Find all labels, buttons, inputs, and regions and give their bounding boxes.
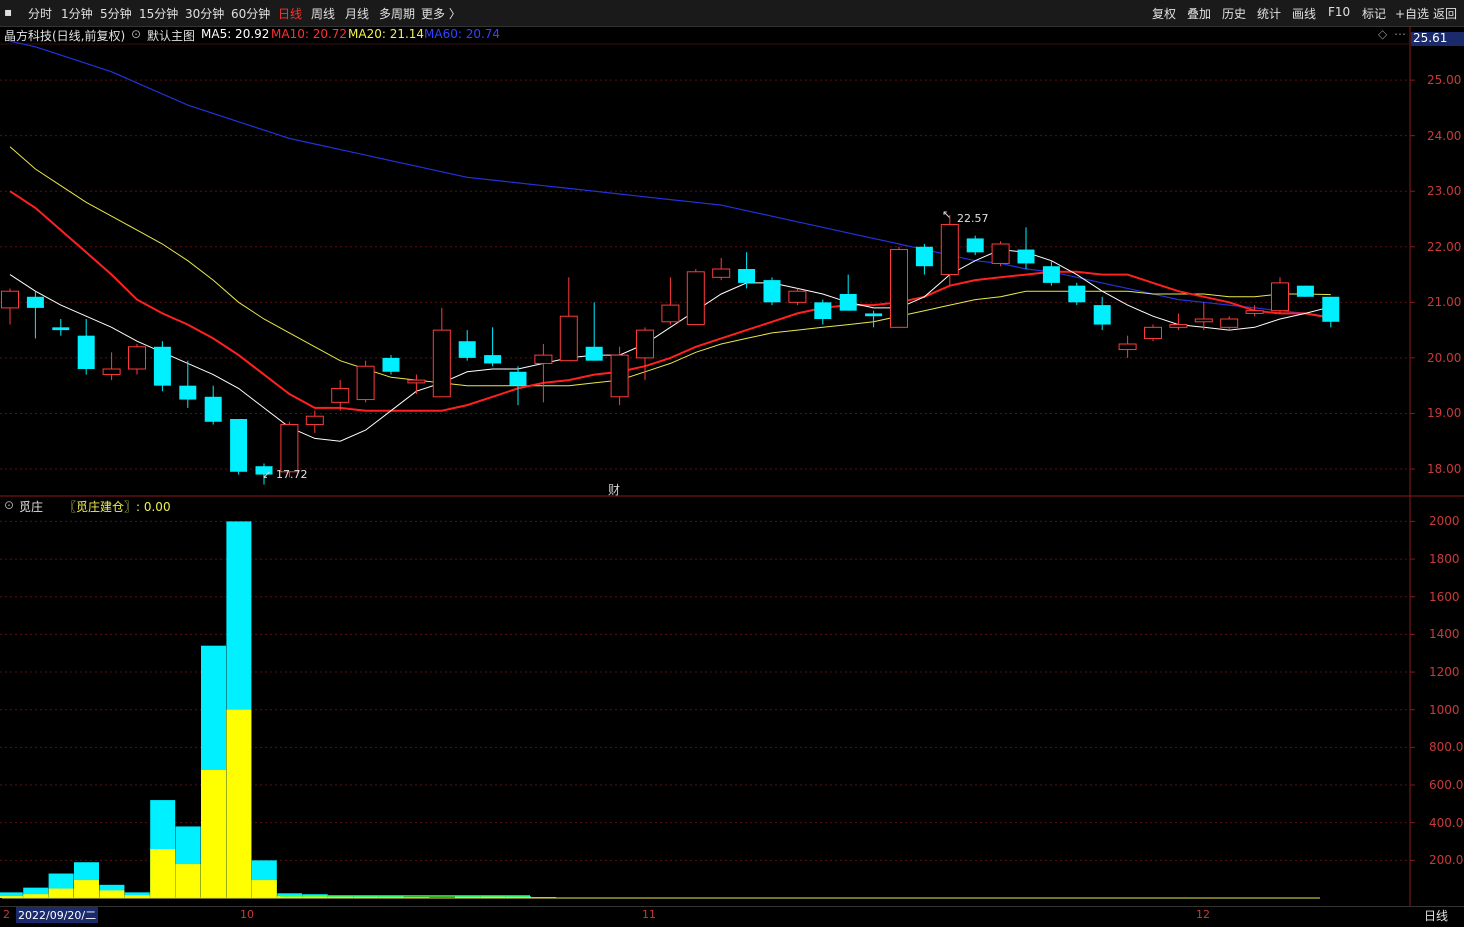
indicator-bar-yellow bbox=[74, 880, 99, 898]
candle-body-up bbox=[281, 425, 298, 472]
indicator-axis-label: 1600 bbox=[1429, 590, 1460, 604]
candle-body-up bbox=[1170, 325, 1187, 328]
candle-body-down bbox=[1322, 297, 1339, 322]
indicator-bar-yellow bbox=[252, 880, 277, 898]
candle-body-up bbox=[408, 380, 425, 383]
indicator-dropdown-icon[interactable]: ⊙ bbox=[4, 498, 14, 512]
indicator-axis-label: 2000 bbox=[1429, 514, 1460, 528]
candle-body-down bbox=[1068, 286, 1085, 303]
candle-body-down bbox=[52, 327, 69, 330]
candle-body-down bbox=[865, 313, 882, 316]
candle-body-down bbox=[1094, 305, 1111, 324]
candle-body-down bbox=[179, 386, 196, 400]
candle-body-down bbox=[510, 372, 527, 386]
indicator-axis-label: 1000 bbox=[1429, 703, 1460, 717]
month-label-oct: 10 bbox=[240, 908, 254, 921]
indicator-axis-label: 400.0 bbox=[1429, 816, 1463, 830]
candle-body-down bbox=[154, 347, 171, 386]
candle-body-down bbox=[814, 302, 831, 319]
candle-body-up bbox=[2, 291, 19, 308]
candle-body-up bbox=[637, 330, 654, 358]
indicator-axis-label: 800.0 bbox=[1429, 740, 1463, 754]
candle-body-down bbox=[484, 355, 501, 363]
candle-body-down bbox=[1043, 266, 1060, 283]
indicator-bar-yellow bbox=[49, 889, 74, 898]
candle-body-up bbox=[789, 291, 806, 302]
indicator-axis-label: 600.0 bbox=[1429, 778, 1463, 792]
candle-body-up bbox=[560, 316, 577, 360]
candle-body-up bbox=[992, 244, 1009, 263]
financial-marker[interactable]: 财 bbox=[608, 481, 620, 498]
price-axis-label: 22.00 bbox=[1427, 240, 1461, 254]
indicator-axis-label: 1800 bbox=[1429, 552, 1460, 566]
date-cursor-label: 2022/09/20/二 bbox=[16, 907, 98, 923]
indicator-bar-yellow bbox=[150, 849, 175, 898]
indicator-bar-yellow bbox=[201, 770, 226, 898]
candle-body-up bbox=[332, 388, 349, 402]
candle-body-down bbox=[383, 358, 400, 372]
candle-body-up bbox=[713, 269, 730, 277]
month-label-nov: 11 bbox=[642, 908, 656, 921]
candle-body-down bbox=[27, 297, 44, 308]
candle-body-up bbox=[1145, 327, 1162, 338]
indicator-axis-label: 1400 bbox=[1429, 627, 1460, 641]
candle-body-up bbox=[103, 369, 120, 375]
candle-body-up bbox=[1246, 311, 1263, 314]
date-axis bbox=[0, 906, 1464, 927]
indicator-bar-yellow bbox=[176, 864, 201, 898]
kline-chart-canvas[interactable] bbox=[0, 0, 1464, 926]
price-axis-label: 18.00 bbox=[1427, 462, 1461, 476]
candle-body-up bbox=[891, 250, 908, 328]
candle-body-down bbox=[230, 419, 247, 472]
candle-body-down bbox=[1297, 286, 1314, 297]
candle-body-up bbox=[129, 347, 146, 369]
candle-body-down bbox=[738, 269, 755, 283]
candle-body-down bbox=[78, 336, 95, 369]
indicator-name[interactable]: 觅庄 bbox=[19, 498, 43, 515]
candle-body-up bbox=[941, 225, 958, 275]
low-arrow-icon: ↙ bbox=[262, 468, 271, 481]
candle-body-up bbox=[687, 272, 704, 325]
candle-body-down bbox=[764, 280, 781, 302]
candle-body-down bbox=[459, 341, 476, 358]
price-axis-label: 20.00 bbox=[1427, 351, 1461, 365]
candle-body-down bbox=[967, 238, 984, 252]
candle-body-up bbox=[611, 355, 628, 397]
indicator-axis-label: 1200 bbox=[1429, 665, 1460, 679]
price-axis-label: 25.00 bbox=[1427, 73, 1461, 87]
indicator-bar-yellow bbox=[99, 890, 124, 898]
indicator-axis-label: 200.0 bbox=[1429, 853, 1463, 867]
candle-body-up bbox=[1195, 319, 1212, 322]
low-price-label: 17.72 bbox=[276, 468, 308, 481]
candle-body-up bbox=[1119, 344, 1136, 350]
price-axis-label: 19.00 bbox=[1427, 406, 1461, 420]
candle-body-up bbox=[662, 305, 679, 322]
candle-body-up bbox=[1272, 283, 1289, 311]
period-tag: 日线 bbox=[1424, 907, 1448, 924]
high-price-label: 22.57 bbox=[957, 212, 989, 225]
indicator-formula: 〖觅庄建仓〗: 0.00 bbox=[64, 498, 171, 515]
high-arrow-icon: ↖ bbox=[942, 208, 951, 221]
candle-body-up bbox=[535, 355, 552, 363]
candle-body-up bbox=[433, 330, 450, 397]
candle-body-up bbox=[357, 366, 374, 399]
candle-body-down bbox=[205, 397, 222, 422]
price-axis-label: 21.00 bbox=[1427, 295, 1461, 309]
price-axis-label: 24.00 bbox=[1427, 129, 1461, 143]
candle-body-down bbox=[1018, 250, 1035, 264]
month-label-dec: 12 bbox=[1196, 908, 1210, 921]
price-axis-label: 23.00 bbox=[1427, 184, 1461, 198]
candle-body-down bbox=[840, 294, 857, 311]
candle-body-down bbox=[586, 347, 603, 361]
candle-body-down bbox=[916, 247, 933, 266]
candle-body-up bbox=[1221, 319, 1238, 327]
candle-body-up bbox=[306, 416, 323, 424]
indicator-bar-yellow bbox=[23, 894, 48, 898]
indicator-bar-yellow bbox=[226, 710, 251, 898]
date-start-marker: 2 bbox=[3, 908, 10, 921]
